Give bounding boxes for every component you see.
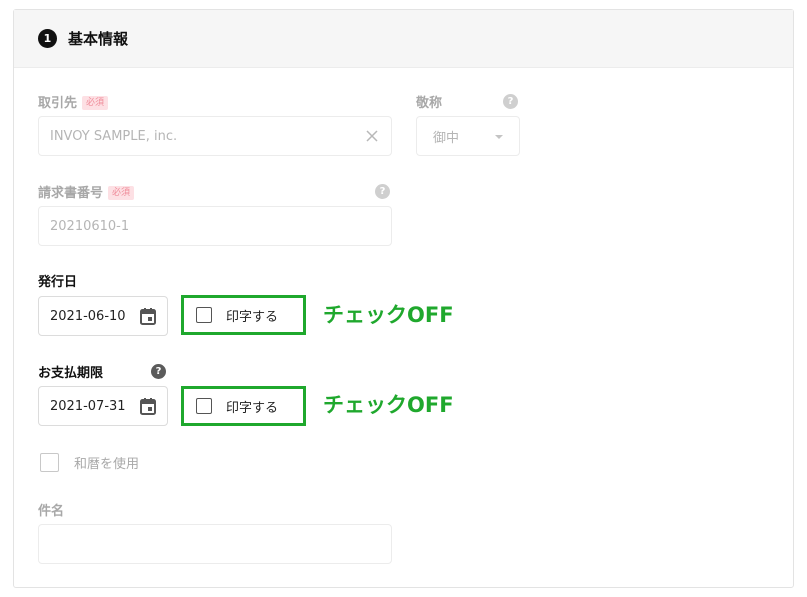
- issue-date-label: 発行日: [38, 275, 78, 290]
- client-value: INVOY SAMPLE, inc.: [50, 128, 178, 144]
- japanese-era-label: 和暦を使用: [74, 457, 140, 472]
- checkoff-annotation: チェックOFF: [323, 303, 454, 327]
- client-label-row: 取引先 必須: [38, 92, 109, 111]
- print-checkbox[interactable]: [196, 307, 212, 323]
- checkoff-annotation: チェックOFF: [323, 393, 454, 417]
- section-title: 基本情報: [68, 30, 129, 48]
- invoice-number-label-row: 請求書番号 必須: [38, 182, 135, 201]
- card-header: 1 基本情報: [14, 10, 793, 68]
- help-icon[interactable]: ?: [503, 94, 518, 109]
- print-label: 印字する: [226, 309, 279, 325]
- honorific-select[interactable]: 御中: [416, 116, 520, 156]
- due-date-print-toggle[interactable]: 印字する: [181, 386, 306, 426]
- invoice-number-field[interactable]: 20210610-1: [38, 206, 392, 246]
- invoice-number-label: 請求書番号: [38, 186, 104, 201]
- japanese-era-checkbox[interactable]: [40, 453, 59, 472]
- calendar-icon[interactable]: [139, 397, 157, 416]
- subject-field[interactable]: [38, 524, 392, 564]
- required-badge: 必須: [82, 96, 109, 110]
- step-number-badge: 1: [38, 29, 57, 48]
- help-icon[interactable]: ?: [151, 364, 166, 379]
- subject-label: 件名: [38, 504, 65, 519]
- client-field[interactable]: INVOY SAMPLE, inc.: [38, 116, 392, 156]
- due-date-label: お支払期限: [38, 366, 104, 381]
- close-icon[interactable]: [365, 129, 379, 143]
- chevron-down-icon: [495, 135, 503, 139]
- honorific-value: 御中: [433, 130, 460, 146]
- honorific-label: 敬称: [416, 96, 443, 111]
- print-checkbox[interactable]: [196, 398, 212, 414]
- invoice-number-value: 20210610-1: [50, 218, 130, 234]
- client-label: 取引先: [38, 96, 78, 111]
- help-icon[interactable]: ?: [375, 184, 390, 199]
- issue-date-field[interactable]: 2021-06-10: [38, 296, 168, 336]
- due-date-field[interactable]: 2021-07-31: [38, 386, 168, 426]
- japanese-era-option[interactable]: 和暦を使用: [40, 453, 139, 472]
- calendar-icon[interactable]: [139, 307, 157, 326]
- required-badge: 必須: [108, 186, 135, 200]
- due-date-value: 2021-07-31: [50, 398, 126, 414]
- issue-date-value: 2021-06-10: [50, 308, 126, 324]
- print-label: 印字する: [226, 400, 279, 416]
- issue-date-print-toggle[interactable]: 印字する: [181, 295, 306, 335]
